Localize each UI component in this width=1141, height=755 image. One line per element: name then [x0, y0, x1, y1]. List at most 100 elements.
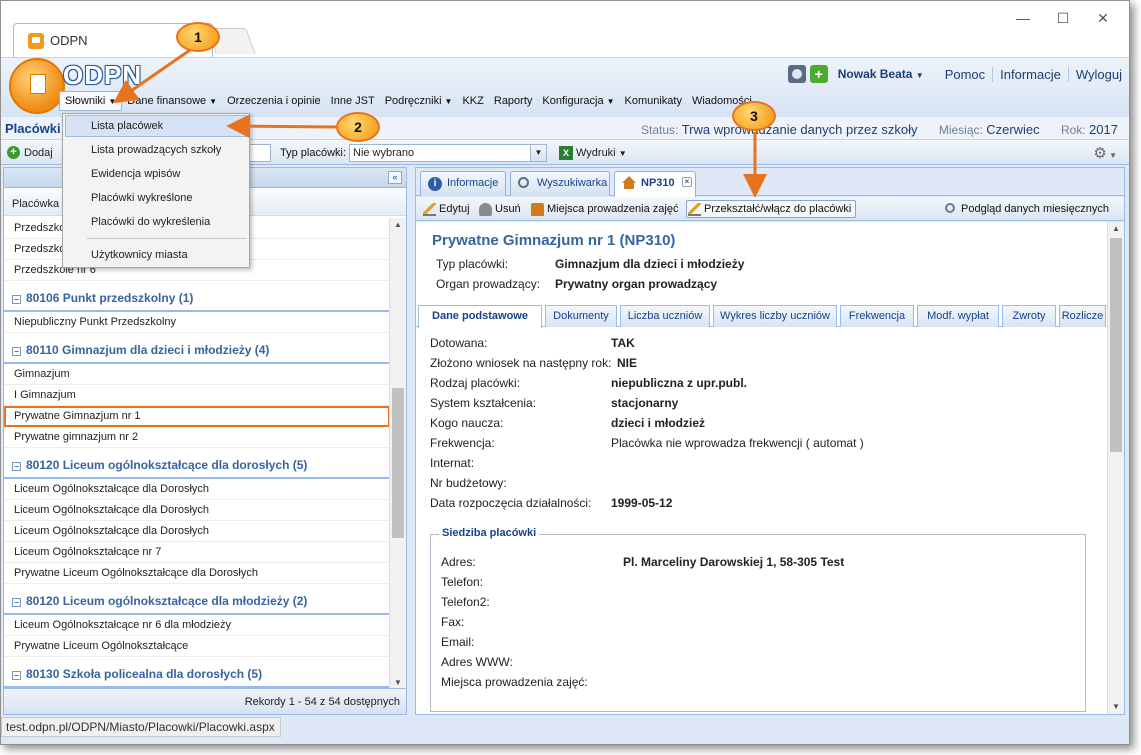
list-item[interactable]: Liceum Ogólnokształcące nr 7 [4, 542, 390, 563]
list-item[interactable]: Liceum Ogólnokształcące nr 6 dla młodzie… [4, 615, 390, 636]
list-item[interactable]: Niepubliczny Punkt Przedszkolny [4, 312, 390, 333]
annotation-callout-3: 3 [732, 101, 776, 131]
odpn-favicon-icon [28, 33, 44, 49]
browser-titlebar: ODPN — ☐ ✕ [1, 1, 1129, 57]
menu-inne-jst[interactable]: Inne JST [326, 92, 380, 110]
subtab-dane-podstawowe[interactable]: Dane podstawowe [418, 305, 542, 328]
user-menu[interactable]: Nowak Beata ▼ [838, 67, 924, 81]
menu-item-lista-prowadzacych[interactable]: Lista prowadzących szkoły [63, 138, 249, 162]
seat-label: Adres WWW: [441, 655, 513, 669]
details-tabs: i Informacje Wyszukiwarka NP310 × [416, 168, 1124, 197]
tab-close-icon[interactable]: × [682, 177, 692, 187]
annotation-callout-1: 1 [176, 22, 220, 52]
collapse-group-icon[interactable]: − [12, 671, 21, 680]
logout-link[interactable]: Wyloguj [1067, 66, 1129, 82]
minimize-icon[interactable]: — [1003, 7, 1043, 29]
list-group-header[interactable]: −80120 Liceum ogólnokształcące dla doros… [4, 448, 390, 479]
menu-item-placowki-wykreslone[interactable]: Placówki wykreślone [63, 186, 249, 210]
list-item[interactable]: Liceum Ogólnokształcące dla Dorosłych [4, 479, 390, 500]
class-locations-button[interactable]: Miejsca prowadzenia zajęć [530, 201, 678, 219]
menu-item-placowki-do-wykreslenia[interactable]: Placówki do wykreślenia [63, 210, 249, 234]
print-menu-button[interactable]: X Wydruki ▼ [559, 146, 627, 160]
collapse-group-icon[interactable]: − [12, 598, 21, 607]
lifebuoy-icon[interactable]: + [809, 65, 828, 83]
info-link[interactable]: Informacje [992, 66, 1068, 82]
collapse-icon[interactable]: « [388, 171, 402, 184]
subtab-modf-wyplat[interactable]: Modf. wypłat [917, 305, 999, 327]
status-value: Trwa wprowadzanie danych przez szkoły [681, 122, 918, 137]
collapse-group-icon[interactable]: − [12, 462, 21, 471]
subtab-rozliczenia[interactable]: Rozlicze [1059, 305, 1106, 327]
seat-label: Adres: [441, 555, 476, 569]
month-value: Czerwiec [986, 122, 1040, 137]
add-button[interactable]: + Dodaj [7, 146, 53, 159]
collapse-group-icon[interactable]: − [12, 347, 21, 356]
seat-label: Miejsca prowadzenia zajęć: [441, 675, 588, 689]
monthly-data-preview-button[interactable]: Podgląd danych miesięcznych [944, 201, 1109, 219]
list-group-header[interactable]: −80106 Punkt przedszkolny (1) [4, 281, 390, 312]
detail-value: 1999-05-12 [611, 496, 673, 510]
seat-label: Telefon: [441, 575, 484, 589]
edit-button[interactable]: Edytuj [422, 201, 470, 219]
menu-komunikaty[interactable]: Komunikaty [619, 92, 686, 110]
organ-value: Prywatny organ prowadzący [555, 277, 718, 291]
seat-legend: Siedziba placówki [439, 527, 540, 539]
menu-podreczniki[interactable]: Podręczniki ▼ [380, 92, 458, 110]
subtab-frekwencja[interactable]: Frekwencja [840, 305, 914, 327]
type-value: Gimnazjum dla dzieci i młodzieży [555, 257, 745, 271]
menu-kkz[interactable]: KKZ [457, 92, 488, 110]
detail-value: dzieci i młodzież [611, 416, 706, 430]
list-item-selected[interactable]: Prywatne Gimnazjum nr 1 [4, 406, 390, 427]
list-item[interactable]: Prywatne gimnazjum nr 2 [4, 427, 390, 448]
detail-label: Złożono wniosek na następny rok: [430, 356, 612, 370]
list-item[interactable]: Liceum Ogólnokształcące dla Dorosłych [4, 500, 390, 521]
help-link[interactable]: Pomoc [938, 67, 992, 82]
owl-icon[interactable] [787, 65, 806, 83]
menu-orzeczenia[interactable]: Orzeczenia i opinie [222, 92, 326, 110]
list-item[interactable]: Prywatne Liceum Ogólnokształcące dla Dor… [4, 563, 390, 584]
list-group-header[interactable]: −80110 Gimnazjum dla dzieci i młodzieży … [4, 333, 390, 364]
detail-value: Placówka nie wprowadza frekwencji ( auto… [611, 436, 864, 450]
year-value: 2017 [1089, 122, 1118, 137]
menu-item-uzytkownicy-miasta[interactable]: Użytkownicy miasta [63, 243, 249, 267]
detail-label: Dotowana: [430, 336, 488, 350]
menu-item-ewidencja-wpisow[interactable]: Ewidencja wpisów [63, 162, 249, 186]
maximize-icon[interactable]: ☐ [1043, 7, 1083, 29]
list-item[interactable]: Liceum Ogólnokształcące dla Dorosłych [4, 521, 390, 542]
collapse-group-icon[interactable]: − [12, 295, 21, 304]
list-item[interactable]: Prywatne Liceum Ogólnokształcące [4, 636, 390, 657]
menu-konfiguracja[interactable]: Konfiguracja ▼ [537, 92, 619, 110]
plus-icon: + [7, 146, 20, 159]
list-group-header[interactable]: −80120 Liceum ogólnokształcące dla młodz… [4, 584, 390, 615]
subtab-wykres[interactable]: Wykres liczby uczniów [713, 305, 837, 327]
tab-np310[interactable]: NP310 × [614, 171, 696, 197]
details-scrollbar[interactable]: ▲ ▼ [1107, 222, 1124, 714]
subtab-zwroty[interactable]: Zwroty [1002, 305, 1056, 327]
detail-value: NIE [617, 356, 638, 370]
tab-informacje[interactable]: i Informacje [420, 171, 506, 196]
annotation-callout-2: 2 [336, 112, 380, 142]
close-icon[interactable]: ✕ [1083, 7, 1123, 29]
gear-icon[interactable]: ⚙ ▼ [1093, 144, 1117, 162]
type-filter-select[interactable]: Nie wybrano ▼ [349, 144, 547, 162]
type-filter-label: Typ placówki: [280, 147, 347, 159]
transform-button[interactable]: Przekształć/włącz do placówki [686, 200, 857, 218]
subtab-dokumenty[interactable]: Dokumenty [545, 305, 617, 327]
seat-value: Pl. Marceliny Darowskiej 1, 58-305 Test [623, 555, 845, 569]
menu-item-lista-placowek[interactable]: Lista placówek [65, 115, 247, 137]
list-group-header[interactable]: −80130 Szkoła policealna dla dorosłych (… [4, 657, 390, 688]
detail-label: Data rozpoczęcia działalności: [430, 496, 592, 510]
list-scrollbar[interactable]: ▲ ▼ [389, 218, 406, 690]
organ-label: Organ prowadzący: [436, 277, 541, 291]
list-item[interactable]: Gimnazjum [4, 364, 390, 385]
subtab-liczba-uczniow[interactable]: Liczba uczniów [620, 305, 710, 327]
detail-label: Frekwencja: [430, 436, 495, 450]
list-item[interactable]: I Gimnazjum [4, 385, 390, 406]
pencil-icon [423, 203, 436, 216]
menu-raporty[interactable]: Raporty [489, 92, 538, 110]
chevron-down-icon[interactable]: ▼ [530, 145, 546, 161]
tab-wyszukiwarka[interactable]: Wyszukiwarka [510, 171, 610, 196]
delete-button[interactable]: Usuń [478, 201, 521, 219]
menu-slowniki[interactable]: Słowniki ▼ [59, 91, 123, 111]
menu-dane-finansowe[interactable]: Dane finansowe ▼ [122, 92, 222, 110]
